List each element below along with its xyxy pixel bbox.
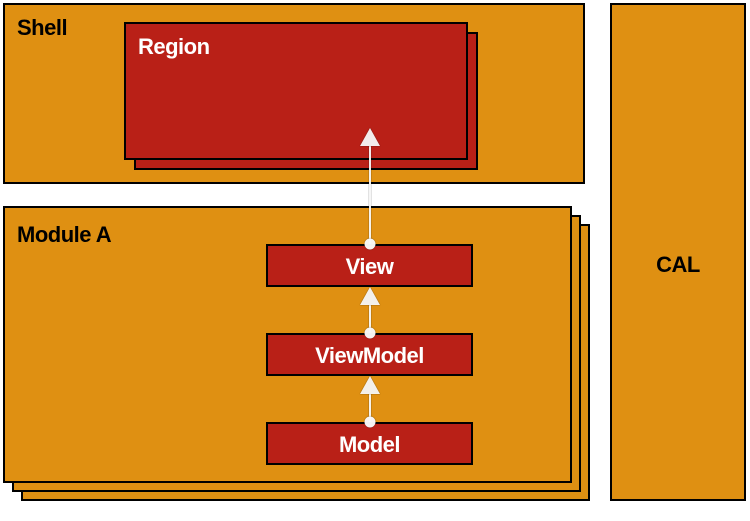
arrow-vm-to-view-head	[360, 287, 380, 305]
arrow-view-to-region	[369, 146, 371, 244]
arrow-model-to-vm-origin	[365, 417, 376, 428]
cal-label: CAL	[656, 252, 700, 278]
arrow-view-to-region-head	[360, 128, 380, 146]
region-label: Region	[138, 34, 210, 60]
arrow-view-to-region-origin	[365, 239, 376, 250]
diagram-canvas: Shell Region Module A CAL View ViewModel…	[0, 0, 750, 521]
viewmodel-box: ViewModel	[266, 333, 473, 376]
region-box: Region	[124, 22, 468, 160]
view-label: View	[346, 254, 394, 280]
view-box: View	[266, 244, 473, 287]
cal-box: CAL	[610, 3, 746, 501]
shell-label: Shell	[17, 15, 67, 41]
module-label: Module A	[17, 222, 111, 248]
arrow-model-to-vm-head	[360, 376, 380, 394]
model-box: Model	[266, 422, 473, 465]
arrow-vm-to-view-origin	[365, 328, 376, 339]
model-label: Model	[339, 432, 400, 458]
viewmodel-label: ViewModel	[315, 343, 424, 369]
